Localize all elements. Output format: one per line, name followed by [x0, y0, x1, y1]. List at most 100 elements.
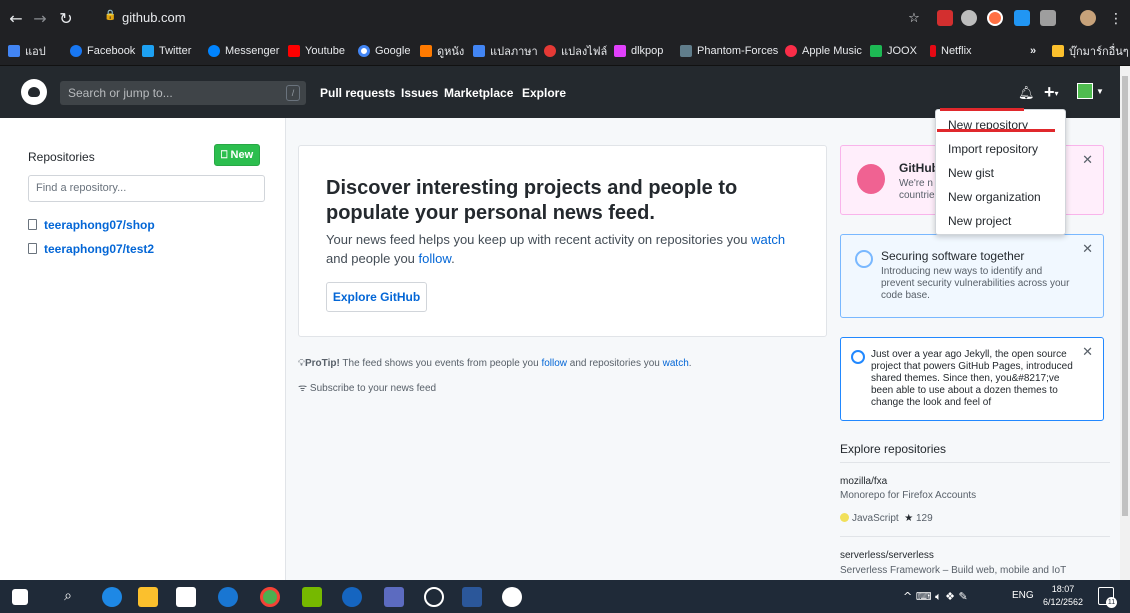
notification-center-icon[interactable]: 11: [1098, 587, 1117, 608]
menu-item-import-repository[interactable]: Import repository: [948, 142, 1038, 156]
bookmark-joox[interactable]: JOOX: [870, 42, 917, 60]
app-icon[interactable]: [502, 587, 522, 607]
annotation-underline: [937, 129, 1055, 132]
create-new-dropdown-button[interactable]: +▾: [1044, 82, 1059, 103]
file-explorer-icon[interactable]: [138, 587, 158, 607]
bookmark-label: แปลงไฟล์: [561, 46, 608, 58]
bookmark-convert[interactable]: แปลงไฟล์: [544, 42, 607, 60]
bookmark-twitter[interactable]: Twitter: [142, 42, 191, 60]
windows-start-icon[interactable]: [12, 589, 28, 605]
follow-link[interactable]: follow: [419, 251, 452, 266]
discover-text-part: .: [451, 251, 455, 266]
watch-link[interactable]: watch: [751, 232, 785, 247]
facebook-icon: [70, 45, 82, 57]
bookmark-google[interactable]: Google: [358, 42, 410, 60]
up-icon: [420, 45, 432, 57]
address-bar[interactable]: 🔒 github.com: [88, 4, 888, 32]
bookmark-star-icon[interactable]: ☆: [904, 9, 924, 29]
clock[interactable]: 18:07 6/12/2562: [1040, 583, 1086, 609]
jekyll-card: Just over a year ago Jekyll, the open so…: [840, 337, 1104, 421]
adblock-extension-icon[interactable]: [937, 10, 953, 26]
vertical-scrollbar[interactable]: [1120, 66, 1130, 580]
bell-icon[interactable]: 🔔︎: [1018, 85, 1035, 101]
chevron-down-icon[interactable]: ▼: [1096, 87, 1104, 96]
twitter-icon: [142, 45, 154, 57]
gog-icon[interactable]: [424, 587, 444, 607]
security-card: Securing software together Introducing n…: [840, 234, 1104, 318]
search-icon[interactable]: ⌕: [58, 587, 78, 607]
explore-repo-link[interactable]: mozilla/fxa: [840, 476, 887, 487]
search-input[interactable]: Search or jump to... /: [60, 81, 306, 105]
find-repository-input[interactable]: Find a repository...: [28, 175, 265, 202]
bookmarks-bar: แอป Facebook Twitter Messenger Youtube G…: [0, 38, 1130, 64]
new-repository-button[interactable]: ⎕ New: [214, 144, 260, 166]
bookmark-phantom-forces[interactable]: Phantom-Forces: [680, 42, 778, 60]
cast-extension-icon[interactable]: [1040, 10, 1056, 26]
nav-issues[interactable]: Issues: [401, 86, 438, 100]
bookmark-dlkpop[interactable]: dlkpop: [614, 42, 663, 60]
close-icon[interactable]: ✕: [1082, 345, 1093, 358]
menu-kebab-icon[interactable]: ⋮: [1106, 9, 1126, 29]
repo-icon: [28, 219, 37, 230]
divider: [840, 536, 1110, 537]
protip-follow-link[interactable]: follow: [541, 358, 567, 369]
repo-link[interactable]: teeraphong07/shop: [28, 218, 155, 232]
bookmark-label: Youtube: [305, 45, 345, 57]
explore-repo-link[interactable]: serverless/serverless: [840, 550, 934, 561]
repo-link[interactable]: teeraphong07/test2: [28, 242, 154, 256]
reload-icon[interactable]: ↻: [56, 9, 76, 29]
bookmark-youtube[interactable]: Youtube: [288, 42, 345, 60]
nav-marketplace[interactable]: Marketplace: [444, 86, 513, 100]
store-icon[interactable]: [176, 587, 196, 607]
camera-extension-icon[interactable]: [961, 10, 977, 26]
protip-watch-link[interactable]: watch: [663, 358, 689, 369]
back-icon[interactable]: ←: [6, 9, 26, 29]
folder-icon: [1052, 45, 1064, 57]
repo-icon: ⎕: [220, 149, 228, 161]
close-icon[interactable]: ✕: [1082, 242, 1093, 255]
bookmark-facebook[interactable]: Facebook: [70, 42, 135, 60]
app-icon[interactable]: [342, 587, 362, 607]
bookmark-translate[interactable]: แปลภาษา: [473, 42, 538, 60]
bookmark-label: แปลภาษา: [490, 46, 538, 58]
forward-icon[interactable]: →: [30, 9, 50, 29]
bookmark-apple-music[interactable]: Apple Music: [785, 42, 862, 60]
extension-icon[interactable]: [987, 10, 1003, 26]
bookmark-movies[interactable]: ดูหนัง: [420, 42, 464, 60]
annotation-underline: [940, 108, 1024, 111]
github-logo-icon[interactable]: [21, 79, 47, 105]
protip-text: The feed shows you events from people yo…: [339, 358, 542, 369]
chrome-icon[interactable]: [260, 587, 280, 607]
shield-icon: [855, 250, 873, 268]
nav-explore[interactable]: Explore: [522, 86, 566, 100]
menu-item-new-gist[interactable]: New gist: [948, 166, 994, 180]
user-avatar[interactable]: [1077, 83, 1093, 99]
app-icon[interactable]: [384, 587, 404, 607]
input-language[interactable]: ENG: [1012, 590, 1034, 601]
star-icon: ★: [904, 513, 914, 524]
cloud-extension-icon[interactable]: [1014, 10, 1030, 26]
explore-github-button[interactable]: Explore GitHub: [326, 282, 427, 312]
apple-music-icon: [785, 45, 797, 57]
discover-card: Discover interesting projects and people…: [298, 145, 827, 337]
steam-icon[interactable]: [218, 587, 238, 607]
netflix-icon: [930, 45, 936, 57]
edge-icon[interactable]: [102, 587, 122, 607]
repo-language: JavaScript: [852, 513, 899, 524]
nvidia-icon[interactable]: [302, 587, 322, 607]
card-title: GitHub: [899, 161, 939, 175]
word-icon[interactable]: [462, 587, 482, 607]
bookmarks-more[interactable]: »: [1030, 42, 1036, 60]
close-icon[interactable]: ✕: [1082, 153, 1093, 166]
bookmark-apps[interactable]: แอป: [8, 42, 46, 60]
bookmark-netflix[interactable]: Netflix: [930, 42, 972, 60]
subscribe-link[interactable]: ᯤ Subscribe to your news feed: [298, 380, 436, 394]
system-tray-icons[interactable]: ^ ⌨ 🔈︎ ❖ ✎: [903, 590, 968, 604]
bookmark-other[interactable]: บุ๊กมาร์กอื่นๆ: [1052, 42, 1129, 60]
menu-item-new-project[interactable]: New project: [948, 214, 1011, 228]
nav-pull-requests[interactable]: Pull requests: [320, 86, 395, 100]
profile-avatar[interactable]: [1080, 10, 1096, 26]
scrollbar-thumb[interactable]: [1122, 76, 1128, 516]
bookmark-messenger[interactable]: Messenger: [208, 42, 279, 60]
menu-item-new-organization[interactable]: New organization: [948, 190, 1041, 204]
